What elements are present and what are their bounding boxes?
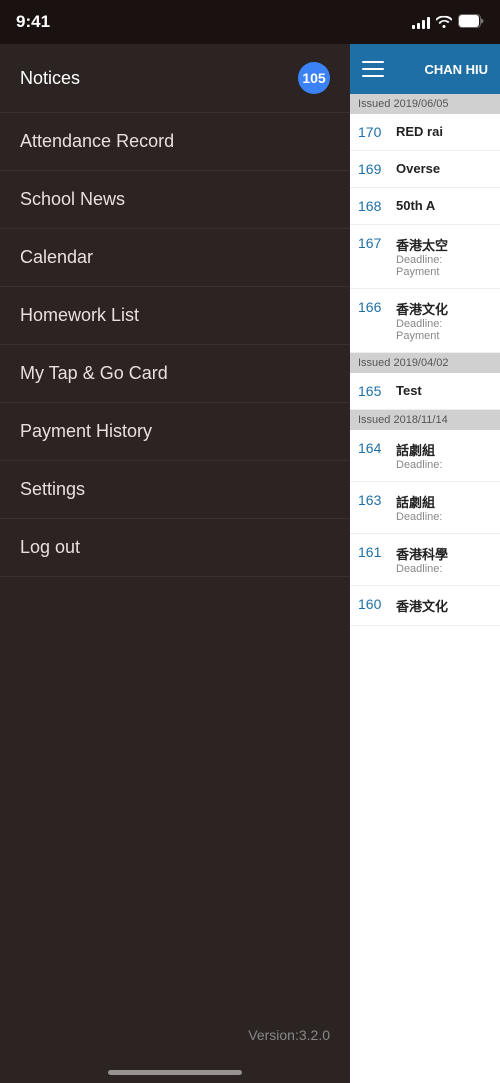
notice-subtitle: Deadline:	[396, 563, 492, 575]
notice-content: Test	[396, 383, 492, 398]
hamburger-menu-button[interactable]	[362, 61, 384, 77]
notice-number: 160	[358, 596, 388, 612]
sidebar-item-label: Payment History	[20, 421, 152, 442]
notice-number: 163	[358, 492, 388, 508]
notice-number: 164	[358, 440, 388, 456]
date-separator-3: Issued 2018/11/14	[350, 410, 500, 430]
notice-number: 168	[358, 198, 388, 214]
notice-content: 50th A	[396, 198, 492, 213]
notice-number: 166	[358, 299, 388, 315]
notice-content: RED rai	[396, 124, 492, 139]
notice-subtitle: Deadline:	[396, 511, 492, 523]
sidebar-item-label: School News	[20, 189, 125, 210]
notice-subtitle: Deadline:	[396, 318, 492, 330]
notice-item-164[interactable]: 164 話劇組 Deadline:	[350, 430, 500, 482]
notice-number: 169	[358, 161, 388, 177]
sidebar-item-label: Log out	[20, 537, 80, 558]
notice-number: 170	[358, 124, 388, 140]
notice-title: 50th A	[396, 198, 492, 213]
notice-content: 香港文化	[396, 596, 492, 615]
user-name: CHAN HIU	[424, 62, 488, 77]
notice-item-165[interactable]: 165 Test	[350, 373, 500, 410]
main-layout: Notices 105 Attendance Record School New…	[0, 44, 500, 1083]
status-icons	[412, 14, 484, 31]
sidebar-item-label: Homework List	[20, 305, 139, 326]
date-separator-2: Issued 2019/04/02	[350, 353, 500, 373]
notice-title: 話劇組	[396, 440, 492, 459]
notice-content: 香港科學 Deadline:	[396, 544, 492, 575]
sidebar-item-tapgocard[interactable]: My Tap & Go Card	[0, 345, 350, 403]
signal-icon	[412, 15, 430, 29]
notice-subtitle-2: Payment	[396, 266, 492, 278]
status-time: 9:41	[16, 12, 50, 32]
notice-title: 香港太空	[396, 235, 492, 254]
notice-item-160[interactable]: 160 香港文化	[350, 586, 500, 626]
date-separator: Issued 2019/06/05	[350, 94, 500, 114]
sidebar-item-label: Calendar	[20, 247, 93, 268]
notice-title: 香港文化	[396, 299, 492, 318]
notice-number: 167	[358, 235, 388, 251]
notice-content: Overse	[396, 161, 492, 176]
notice-title: RED rai	[396, 124, 492, 139]
notice-number: 165	[358, 383, 388, 399]
notice-title: Test	[396, 383, 492, 398]
home-indicator	[108, 1070, 242, 1075]
version-label: Version:3.2.0	[248, 1027, 330, 1043]
notice-item-168[interactable]: 168 50th A	[350, 188, 500, 225]
notice-title: 香港文化	[396, 596, 492, 615]
notices-badge: 105	[298, 62, 330, 94]
notice-item-161[interactable]: 161 香港科學 Deadline:	[350, 534, 500, 586]
notice-item-170[interactable]: 170 RED rai	[350, 114, 500, 151]
sidebar-item-payment-history[interactable]: Payment History	[0, 403, 350, 461]
notice-content: 香港太空 Deadline: Payment	[396, 235, 492, 278]
right-panel: CHAN HIU Issued 2019/06/05 170 RED rai 1…	[350, 44, 500, 1083]
sidebar-item-settings[interactable]: Settings	[0, 461, 350, 519]
sidebar-item-school-news[interactable]: School News	[0, 171, 350, 229]
status-bar: 9:41	[0, 0, 500, 44]
sidebar-item-homework[interactable]: Homework List	[0, 287, 350, 345]
notice-content: 話劇組 Deadline:	[396, 492, 492, 523]
sidebar-item-label: Notices	[20, 68, 80, 89]
wifi-icon	[436, 14, 452, 31]
notice-content: 話劇組 Deadline:	[396, 440, 492, 471]
notice-subtitle-2: Payment	[396, 330, 492, 342]
notice-subtitle: Deadline:	[396, 254, 492, 266]
sidebar-item-attendance[interactable]: Attendance Record	[0, 113, 350, 171]
sidebar-item-label: My Tap & Go Card	[20, 363, 168, 384]
notice-title: Overse	[396, 161, 492, 176]
notice-item-166[interactable]: 166 香港文化 Deadline: Payment	[350, 289, 500, 353]
sidebar-item-logout[interactable]: Log out	[0, 519, 350, 577]
sidebar: Notices 105 Attendance Record School New…	[0, 44, 350, 1083]
sidebar-item-label: Attendance Record	[20, 131, 174, 152]
notice-number: 161	[358, 544, 388, 560]
notice-item-163[interactable]: 163 話劇組 Deadline:	[350, 482, 500, 534]
notice-item-167[interactable]: 167 香港太空 Deadline: Payment	[350, 225, 500, 289]
notice-list: Issued 2019/06/05 170 RED rai 169 Overse…	[350, 94, 500, 1083]
notice-item-169[interactable]: 169 Overse	[350, 151, 500, 188]
battery-icon	[458, 14, 484, 31]
right-header: CHAN HIU	[350, 44, 500, 94]
notice-title: 話劇組	[396, 492, 492, 511]
notice-subtitle: Deadline:	[396, 459, 492, 471]
sidebar-item-notices[interactable]: Notices 105	[0, 44, 350, 113]
notice-content: 香港文化 Deadline: Payment	[396, 299, 492, 342]
sidebar-item-calendar[interactable]: Calendar	[0, 229, 350, 287]
notice-title: 香港科學	[396, 544, 492, 563]
sidebar-item-label: Settings	[20, 479, 85, 500]
